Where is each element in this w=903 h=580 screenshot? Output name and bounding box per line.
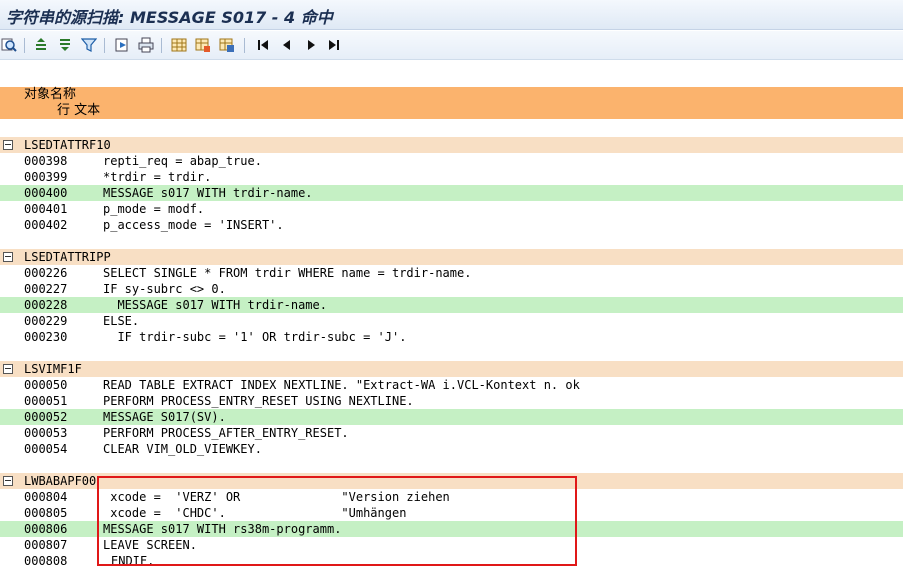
collapse-icon[interactable] (3, 252, 13, 262)
line-number: 000401 (24, 202, 68, 216)
source-line-hit[interactable]: 000400 MESSAGE s017 WITH trdir-name. (0, 185, 903, 201)
line-number: 000398 (24, 154, 68, 168)
object-name-header: 对象名称 (24, 87, 77, 102)
line-number: 000807 (24, 538, 68, 552)
group-name: LSVIMF1F (24, 362, 82, 376)
line-number: 000805 (24, 506, 68, 520)
previous-page-icon[interactable] (278, 36, 296, 54)
filter-icon[interactable] (80, 36, 98, 54)
source-line[interactable]: 000227 IF sy-subrc <> 0. (0, 281, 903, 297)
window-title: 字符串的源扫描: MESSAGE S017 - 4 命中 (6, 8, 333, 27)
layout-change-icon[interactable] (194, 36, 212, 54)
line-number: 000050 (24, 378, 68, 392)
source-line[interactable]: 000226 SELECT SINGLE * FROM trdir WHERE n… (0, 265, 903, 281)
source-code: MESSAGE s017 WITH trdir-name. (103, 298, 327, 312)
line-number: 000804 (24, 490, 68, 504)
line-number: 000230 (24, 330, 68, 344)
source-line[interactable]: 000402 p_access_mode = 'INSERT'. (0, 217, 903, 233)
source-code: IF trdir-subc = '1' OR trdir-subc = 'J'. (103, 330, 407, 344)
sort-descending-icon[interactable] (56, 36, 74, 54)
line-text-header: 行 文本 (57, 103, 101, 118)
source-code: IF sy-subrc <> 0. (103, 282, 226, 296)
find-icon[interactable] (0, 36, 18, 54)
print-icon[interactable] (137, 36, 155, 54)
collapse-icon[interactable] (3, 476, 13, 486)
line-number: 000808 (24, 554, 68, 568)
source-code: *trdir = trdir. (103, 170, 212, 184)
source-line[interactable]: 000230 IF trdir-subc = '1' OR trdir-subc… (0, 329, 903, 345)
line-number: 000052 (24, 410, 68, 424)
source-line[interactable]: 000399 *trdir = trdir. (0, 169, 903, 185)
group-header[interactable]: LSEDTATTRF10 (0, 137, 903, 153)
group-header[interactable]: LSVIMF1F (0, 361, 903, 377)
source-code: READ TABLE EXTRACT INDEX NEXTLINE. "Extr… (103, 378, 580, 392)
line-number: 000226 (24, 266, 68, 280)
line-number: 000806 (24, 522, 68, 536)
source-code: repti_req = abap_true. (103, 154, 262, 168)
line-number: 000228 (24, 298, 68, 312)
source-code: p_mode = modf. (103, 202, 205, 216)
group-header[interactable]: LSEDTATTRIPP (0, 249, 903, 265)
source-line[interactable]: 000053 PERFORM PROCESS_AFTER_ENTRY_RESET. (0, 425, 903, 441)
source-code: MESSAGE S017(SV). (103, 410, 226, 424)
application-toolbar (0, 31, 903, 60)
source-line-hit[interactable]: 000228 MESSAGE s017 WITH trdir-name. (0, 297, 903, 313)
layout-save-icon[interactable] (218, 36, 236, 54)
source-code: p_access_mode = 'INSERT'. (103, 218, 284, 232)
collapse-icon[interactable] (3, 140, 13, 150)
first-page-icon[interactable] (254, 36, 272, 54)
highlight-box (97, 476, 577, 566)
collapse-icon[interactable] (3, 364, 13, 374)
group-name: LWBABAPF00 (24, 474, 97, 488)
source-code: PERFORM PROCESS_AFTER_ENTRY_RESET. (103, 426, 349, 440)
source-line[interactable]: 000051 PERFORM PROCESS_ENTRY_RESET USING … (0, 393, 903, 409)
next-page-icon[interactable] (302, 36, 320, 54)
line-number: 000400 (24, 186, 68, 200)
title-bar: 字符串的源扫描: MESSAGE S017 - 4 命中 (0, 0, 903, 30)
last-page-icon[interactable] (325, 36, 343, 54)
source-code: SELECT SINGLE * FROM trdir WHERE name = … (103, 266, 472, 280)
group-name: LSEDTATTRIPP (24, 250, 111, 264)
line-number: 000229 (24, 314, 68, 328)
export-icon[interactable] (113, 36, 131, 54)
source-code: CLEAR VIM_OLD_VIEWKEY. (103, 442, 262, 456)
source-line[interactable]: 000401 p_mode = modf. (0, 201, 903, 217)
column-header-object-name[interactable]: 对象名称 (0, 87, 903, 117)
source-line[interactable]: 000398 repti_req = abap_true. (0, 153, 903, 169)
source-line[interactable]: 000050 READ TABLE EXTRACT INDEX NEXTLINE.… (0, 377, 903, 393)
source-line[interactable]: 000054 CLEAR VIM_OLD_VIEWKEY. (0, 441, 903, 457)
group-name: LSEDTATTRF10 (24, 138, 111, 152)
source-code: ELSE. (103, 314, 140, 328)
source-line-hit[interactable]: 000052 MESSAGE S017(SV). (0, 409, 903, 425)
sort-ascending-icon[interactable] (32, 36, 50, 54)
source-code: PERFORM PROCESS_ENTRY_RESET USING NEXTLI… (103, 394, 414, 408)
line-number: 000054 (24, 442, 68, 456)
line-number: 000053 (24, 426, 68, 440)
line-number: 000399 (24, 170, 68, 184)
layout-icon[interactable] (170, 36, 188, 54)
line-number: 000051 (24, 394, 68, 408)
line-number: 000402 (24, 218, 68, 232)
column-header-line-text[interactable]: 行 文本 (0, 103, 903, 119)
line-number: 000227 (24, 282, 68, 296)
source-code: MESSAGE s017 WITH trdir-name. (103, 186, 313, 200)
source-line[interactable]: 000229 ELSE. (0, 313, 903, 329)
